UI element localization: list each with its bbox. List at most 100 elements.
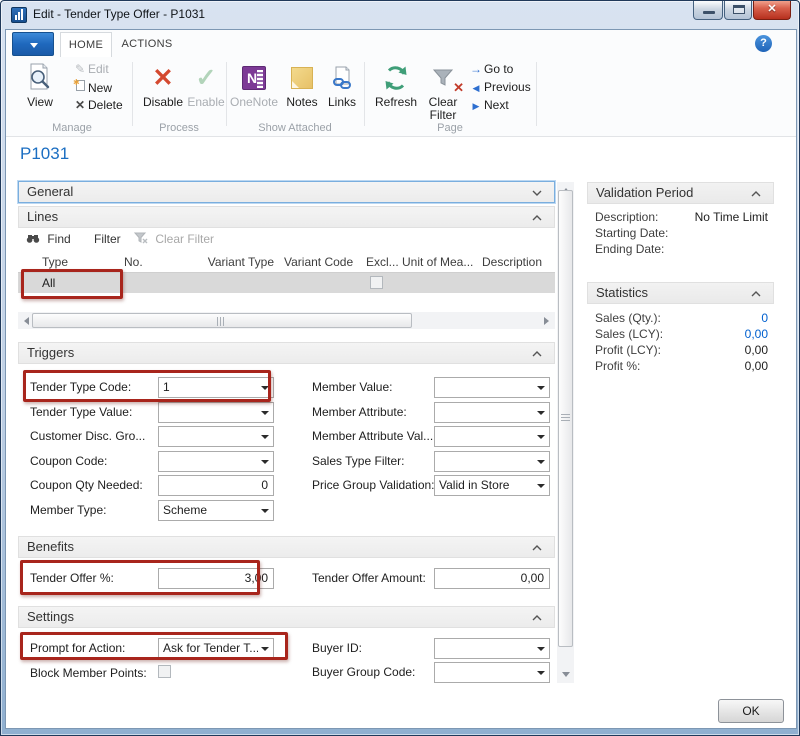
member-attribute-field[interactable] [434, 402, 550, 423]
dropdown-arrow-icon[interactable] [261, 435, 269, 439]
lines-table-header[interactable]: Type No. Variant Type Variant Code Excl.… [18, 252, 555, 273]
factbox-statistics-header[interactable]: Statistics [587, 282, 774, 304]
next-button[interactable]: ▶Next [468, 96, 532, 114]
chevron-up-icon[interactable] [532, 351, 542, 357]
section-triggers[interactable]: Triggers [18, 342, 555, 364]
sales-type-filter-field[interactable] [434, 451, 550, 472]
view-button[interactable]: View [18, 60, 62, 109]
chevron-up-icon[interactable] [532, 215, 542, 221]
find-button[interactable]: Find [26, 229, 71, 249]
svg-text:✱: ✱ [73, 78, 80, 87]
horizontal-scrollbar-thumb[interactable] [32, 313, 412, 328]
application-menu-button[interactable] [12, 32, 54, 56]
tender-offer-pct-field[interactable]: 3,00 [158, 568, 274, 589]
enable-button[interactable]: ✓ Enable [186, 60, 226, 109]
dropdown-arrow-icon[interactable] [261, 460, 269, 464]
row-type-cell[interactable]: All [42, 273, 55, 293]
scroll-left-icon [24, 317, 29, 325]
column-header-type[interactable]: Type [18, 252, 118, 272]
new-button[interactable]: ✱New [72, 78, 130, 96]
filter-button[interactable]: Filter [94, 229, 121, 249]
scroll-right-button[interactable] [538, 312, 555, 329]
clear-filter-line-button[interactable]: Clear Filter [134, 229, 214, 249]
coupon-code-field[interactable] [158, 451, 274, 472]
previous-button[interactable]: ◀Previous [468, 78, 532, 96]
table-row[interactable]: All [18, 273, 555, 293]
dropdown-arrow-icon[interactable] [261, 647, 269, 651]
page-title: P1031 [20, 144, 69, 164]
dropdown-arrow-icon[interactable] [537, 671, 545, 675]
chevron-up-icon[interactable] [532, 615, 542, 621]
column-header-variant-code[interactable]: Variant Code [274, 252, 358, 272]
chevron-down-icon[interactable] [532, 190, 542, 196]
dropdown-arrow-icon[interactable] [537, 460, 545, 464]
chevron-up-icon[interactable] [532, 545, 542, 551]
dropdown-arrow-icon[interactable] [537, 435, 545, 439]
vertical-scrollbar[interactable] [557, 182, 574, 683]
section-lines[interactable]: Lines [18, 206, 555, 228]
field-label: Member Attribute Val... [312, 426, 433, 447]
edit-button[interactable]: ✎Edit [72, 60, 130, 78]
dropdown-arrow-icon[interactable] [537, 411, 545, 415]
refresh-button[interactable]: Refresh [372, 60, 420, 109]
chevron-up-icon[interactable] [751, 191, 761, 197]
clear-filter-button[interactable]: ✕ Clear Filter [422, 60, 464, 122]
member-attribute-value-field[interactable] [434, 426, 550, 447]
column-header-description[interactable]: Description [476, 252, 555, 272]
group-separator [536, 62, 537, 126]
links-button[interactable]: Links [324, 60, 360, 109]
member-type-field[interactable]: Scheme [158, 500, 274, 521]
tender-type-value-field[interactable] [158, 402, 274, 423]
onenote-button[interactable]: N OneNote [228, 60, 280, 109]
block-member-points-checkbox[interactable] [158, 665, 171, 678]
section-benefits[interactable]: Benefits [18, 536, 555, 558]
tab-actions[interactable]: ACTIONS [112, 32, 182, 57]
notes-button[interactable]: Notes [282, 60, 322, 109]
sales-qty-link[interactable]: 0 [761, 310, 768, 326]
column-header-unit-of-measure[interactable]: Unit of Mea... [398, 252, 476, 272]
dropdown-arrow-icon[interactable] [261, 509, 269, 513]
buyer-group-code-field[interactable] [434, 662, 550, 683]
ok-button[interactable]: OK [718, 699, 784, 723]
chevron-up-icon[interactable] [751, 291, 761, 297]
ribbon-group-page: Refresh ✕ Clear Filter →Go to ◀Previous … [366, 57, 534, 137]
ribbon-group-show-attached: N OneNote Notes Links Show Attached [228, 57, 362, 137]
buyer-id-field[interactable] [434, 638, 550, 659]
sales-lcy-link[interactable]: 0,00 [745, 326, 768, 342]
customer-disc-group-field[interactable] [158, 426, 274, 447]
prompt-for-action-field[interactable]: Ask for Tender T... [158, 638, 274, 659]
vertical-scrollbar-thumb[interactable] [558, 190, 573, 647]
column-header-no[interactable]: No. [118, 252, 198, 272]
delete-button[interactable]: ✕Delete [72, 96, 130, 114]
field-label: Customer Disc. Gro... [30, 426, 145, 447]
section-general[interactable]: General [18, 181, 555, 203]
dropdown-arrow-icon[interactable] [261, 386, 269, 390]
column-header-variant-type[interactable]: Variant Type [198, 252, 274, 272]
excl-checkbox[interactable] [370, 276, 383, 289]
close-button[interactable]: ✕ [753, 1, 791, 20]
field-label: Tender Type Value: [30, 402, 132, 423]
section-settings[interactable]: Settings [18, 606, 555, 628]
maximize-button[interactable] [724, 1, 752, 20]
dropdown-arrow-icon[interactable] [537, 484, 545, 488]
dropdown-arrow-icon[interactable] [261, 411, 269, 415]
disable-button[interactable]: ✕ Disable [138, 60, 188, 109]
tender-type-code-field[interactable]: 1 [158, 377, 274, 398]
titlebar[interactable]: Edit - Tender Type Offer - P1031 ✕ [1, 1, 799, 29]
minimize-button[interactable] [693, 1, 723, 20]
member-value-field[interactable] [434, 377, 550, 398]
coupon-qty-needed-field[interactable]: 0 [158, 475, 274, 496]
horizontal-scrollbar[interactable] [18, 312, 555, 329]
tab-home[interactable]: HOME [60, 32, 112, 57]
dropdown-arrow-icon[interactable] [537, 647, 545, 651]
factbox-validation-period-header[interactable]: Validation Period [587, 182, 774, 204]
application-area: HOME ACTIONS ? View ✎Edit ✱New ✕Delete M… [5, 29, 797, 729]
goto-button[interactable]: →Go to [468, 60, 532, 78]
column-header-excl[interactable]: Excl... [358, 252, 398, 272]
tender-offer-amount-field[interactable]: 0,00 [434, 568, 550, 589]
price-group-validation-field[interactable]: Valid in Store [434, 475, 550, 496]
dropdown-arrow-icon[interactable] [537, 386, 545, 390]
field-label: Tender Type Code: [30, 377, 131, 398]
help-button[interactable]: ? [755, 35, 772, 52]
scroll-down-button[interactable] [557, 666, 574, 683]
